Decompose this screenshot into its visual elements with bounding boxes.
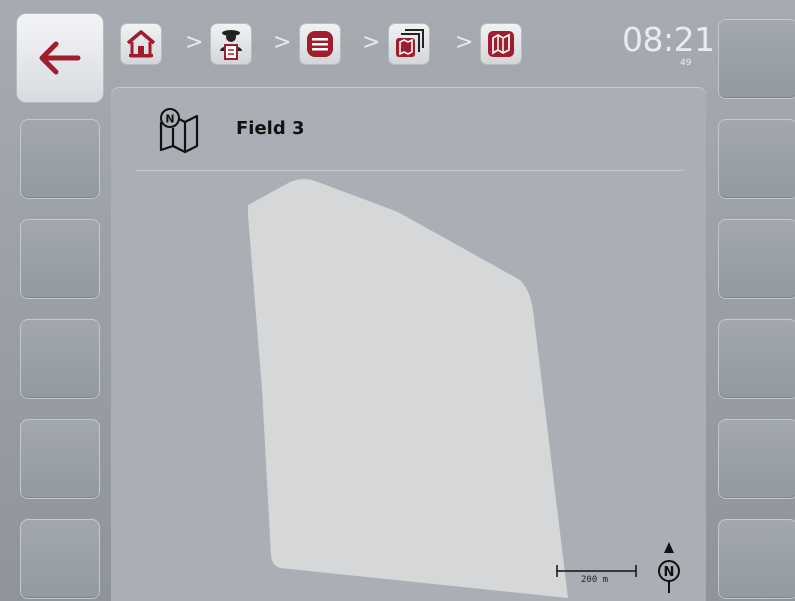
field-boundary	[248, 179, 568, 598]
north-label: N	[664, 565, 675, 580]
field-map[interactable]: N	[0, 0, 795, 601]
scale-label: 200 m	[581, 575, 609, 585]
